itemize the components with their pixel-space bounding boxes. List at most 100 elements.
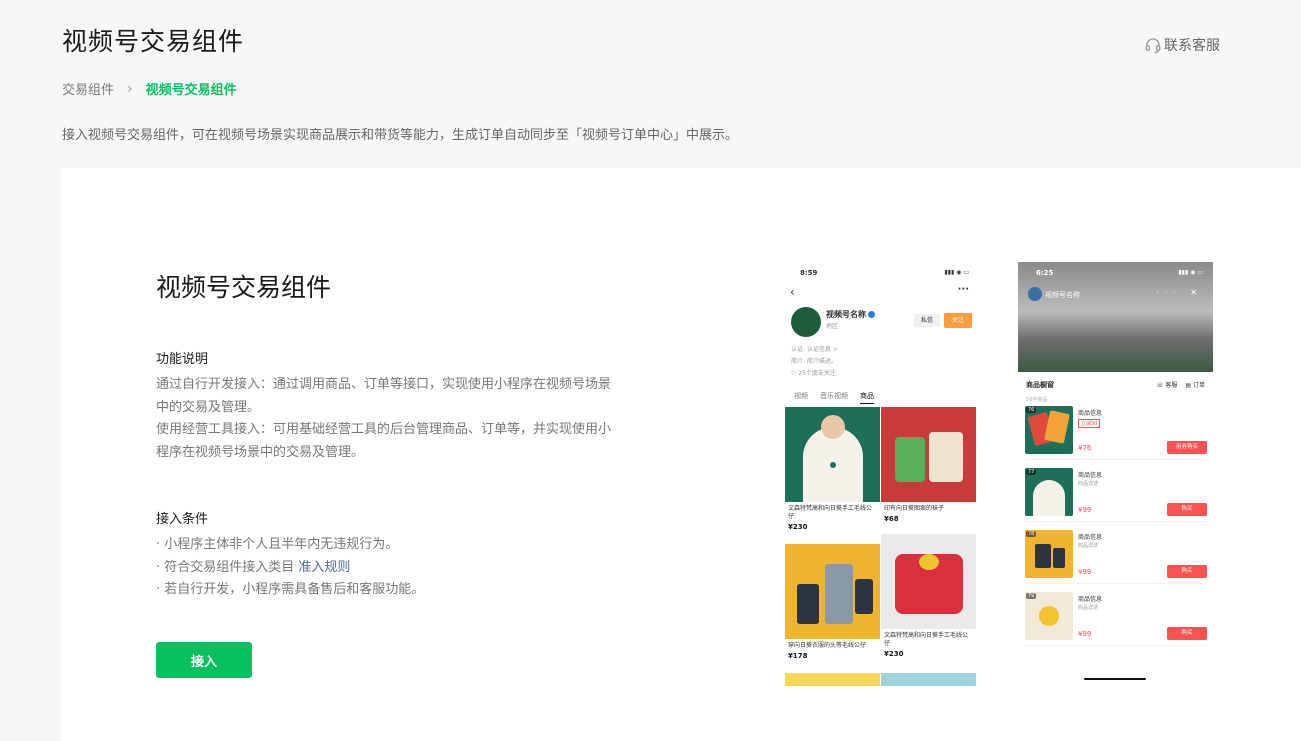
product-price: ¥68 bbox=[884, 515, 899, 523]
shop-item: 76 商品信息 立减30 ¥76 用券购买 bbox=[1025, 404, 1207, 460]
verified-icon bbox=[868, 311, 875, 318]
headset-icon bbox=[1145, 38, 1161, 54]
product-image bbox=[785, 407, 880, 502]
product-title: 文森特梵高和向日葵手工毛线公仔 bbox=[788, 505, 873, 520]
product-title: 印有向日葵图案的袜子 bbox=[884, 505, 945, 512]
item-price: ¥99 bbox=[1078, 630, 1092, 638]
product-card: 文森特梵高和向日葵手工毛线公仔 ¥230 bbox=[881, 534, 976, 660]
more-close-icon: ··· ✕ bbox=[1156, 288, 1203, 297]
verify-info: 认证: 认证信息 > bbox=[791, 346, 838, 353]
item-subtitle: 商品详述 bbox=[1078, 605, 1099, 611]
intro-info: 简介: 简介描述。 bbox=[791, 358, 837, 365]
features-text: 通过自行开发接入：通过调用商品、订单等接口，实现使用小程序在视频号场景 中的交易… bbox=[156, 374, 656, 464]
product-title: 穿向日葵衣服的头等毛线公仔 bbox=[788, 642, 867, 649]
conditions-heading: 接入条件 bbox=[156, 512, 209, 527]
item-number: 79 bbox=[1026, 593, 1037, 599]
item-title: 商品信息 bbox=[1078, 410, 1103, 417]
support-label: 联系客服 bbox=[1164, 38, 1220, 54]
headset-icon: ☏ bbox=[1155, 382, 1166, 389]
shop-sheet: 商品橱窗 ☏ 客服 ▤ 订单 50件商品 76 商品信息 立减30 ¥76 用券… bbox=[1018, 372, 1213, 686]
product-image bbox=[785, 544, 880, 639]
conditions-list: · 小程序主体非个人且半年内无违规行为。 · 符合交易组件接入类目 准入规则 ·… bbox=[156, 534, 656, 602]
follow-button: 关注 bbox=[944, 313, 972, 328]
profile-name-text: 视频号名称 bbox=[826, 310, 866, 319]
item-thumbnail: 79 bbox=[1025, 592, 1073, 640]
profile-preview-phone: 8:59 ▮▮▮ ◉ ▭ ‹ ··· 视频号名称 地区 私信 关注 认证: 认证… bbox=[784, 262, 977, 686]
item-number: 77 bbox=[1026, 469, 1037, 475]
product-card: 文森特梵高和向日葵手工毛线公仔 ¥230 bbox=[785, 407, 880, 533]
item-thumbnail: 78 bbox=[1025, 530, 1073, 578]
item-subtitle: 商品详述 bbox=[1078, 543, 1099, 549]
item-price: ¥99 bbox=[1078, 506, 1092, 514]
shop-item: 79 商品信息 商品详述 ¥99 购买 bbox=[1025, 590, 1207, 646]
product-image bbox=[881, 407, 976, 502]
tab-music: 音乐视频 bbox=[820, 392, 848, 400]
home-indicator bbox=[1084, 678, 1146, 680]
item-price: ¥99 bbox=[1078, 568, 1092, 576]
message-button: 私信 bbox=[914, 314, 940, 327]
status-time: 6:25 bbox=[1036, 269, 1054, 277]
service-link: ☏ 客服 bbox=[1156, 380, 1177, 389]
buy-button: 购买 bbox=[1167, 503, 1207, 516]
back-icon: ‹ bbox=[790, 285, 795, 299]
item-price: ¥76 bbox=[1078, 444, 1092, 452]
item-count: 50件商品 bbox=[1026, 397, 1048, 403]
product-card: 印有向日葵图案的袜子 ¥68 bbox=[881, 407, 976, 525]
tab-video: 视频 bbox=[794, 392, 808, 400]
buy-button: 购买 bbox=[1167, 627, 1207, 640]
condition-item: · 小程序主体非个人且半年内无违规行为。 bbox=[156, 537, 399, 552]
avatar bbox=[1028, 287, 1042, 301]
content-card: 视频号交易组件 功能说明 通过自行开发接入：通过调用商品、订单等接口，实现使用小… bbox=[62, 168, 1301, 741]
page-title: 视频号交易组件 bbox=[62, 27, 245, 56]
item-subtitle: 商品详述 bbox=[1078, 481, 1099, 487]
item-title: 商品信息 bbox=[1078, 472, 1103, 479]
item-thumbnail: 76 bbox=[1025, 406, 1073, 454]
breadcrumb: 交易组件 › 视频号交易组件 bbox=[62, 79, 237, 99]
condition-text: · 符合交易组件接入类目 bbox=[156, 559, 295, 575]
contact-support-button[interactable]: 联系客服 bbox=[1144, 35, 1220, 55]
features-line: 通过自行开发接入：通过调用商品、订单等接口，实现使用小程序在视频号场景 bbox=[156, 377, 612, 392]
item-title: 商品信息 bbox=[1078, 534, 1103, 541]
more-icon: ··· bbox=[957, 284, 969, 295]
features-line: 使用经营工具接入：可用基础经营工具的后台管理商品、订单等，并实现使用小 bbox=[156, 422, 612, 437]
item-thumbnail: 77 bbox=[1025, 468, 1073, 516]
product-card: 穿向日葵衣服的头等毛线公仔 ¥178 bbox=[785, 544, 880, 662]
product-price: ¥230 bbox=[884, 650, 904, 658]
order-link: ▤ 订单 bbox=[1185, 380, 1205, 389]
card-title: 视频号交易组件 bbox=[156, 273, 332, 302]
tab-products: 商品 bbox=[860, 391, 874, 404]
buy-button: 购买 bbox=[1167, 565, 1207, 578]
live-shop-preview-phone: 6:25 ▮▮▮ ◉ ▭ 视频号名称 ··· ✕ 商品橱窗 ☏ 客服 ▤ 订单 … bbox=[1018, 262, 1213, 686]
shop-title: 商品橱窗 bbox=[1026, 381, 1054, 389]
service-text: 客服 bbox=[1165, 382, 1178, 389]
profile-region: 地区 bbox=[826, 323, 839, 330]
item-number: 76 bbox=[1026, 407, 1037, 413]
product-price: ¥230 bbox=[788, 523, 808, 531]
status-icons: ▮▮▮ ◉ ▭ bbox=[944, 269, 969, 276]
condition-item: · 若自行开发，小程序需具备售后和客服功能。 bbox=[156, 582, 425, 597]
product-price: ¥178 bbox=[788, 652, 808, 660]
avatar bbox=[791, 307, 821, 337]
order-text: 订单 bbox=[1192, 382, 1205, 389]
shop-item: 77 商品信息 商品详述 ¥99 购买 bbox=[1025, 466, 1207, 522]
rules-link[interactable]: 准入规则 bbox=[298, 560, 350, 575]
friends-text: 25个朋友关注 bbox=[798, 370, 836, 377]
profile-name: 视频号名称 bbox=[826, 309, 875, 320]
connect-button[interactable]: 接入 bbox=[156, 642, 252, 678]
live-video-background bbox=[1018, 262, 1213, 372]
product-image bbox=[881, 534, 976, 629]
order-icon: ▤ bbox=[1185, 382, 1193, 389]
breadcrumb-item-current: 视频号交易组件 bbox=[145, 83, 237, 98]
status-icons: ▮▮▮ ◉ ▭ bbox=[1178, 269, 1203, 276]
features-heading: 功能说明 bbox=[156, 352, 209, 367]
friends-info: ⚇ 25个朋友关注 bbox=[791, 368, 836, 377]
profile-tabs: 视频 音乐视频 商品 bbox=[794, 391, 874, 404]
breadcrumb-item-trade[interactable]: 交易组件 bbox=[62, 79, 114, 98]
item-number: 78 bbox=[1026, 531, 1037, 537]
features-line: 中的交易及管理。 bbox=[156, 399, 261, 415]
product-title: 文森特梵高和向日葵手工毛线公仔 bbox=[884, 632, 969, 647]
item-title: 商品信息 bbox=[1078, 596, 1103, 603]
features-line: 程序在视频号场景中的交易及管理。 bbox=[156, 444, 365, 460]
buy-with-coupon-button: 用券购买 bbox=[1167, 441, 1207, 454]
page-description: 接入视频号交易组件，可在视频号场景实现商品展示和带货等能力，生成订单自动同步至「… bbox=[62, 128, 739, 143]
